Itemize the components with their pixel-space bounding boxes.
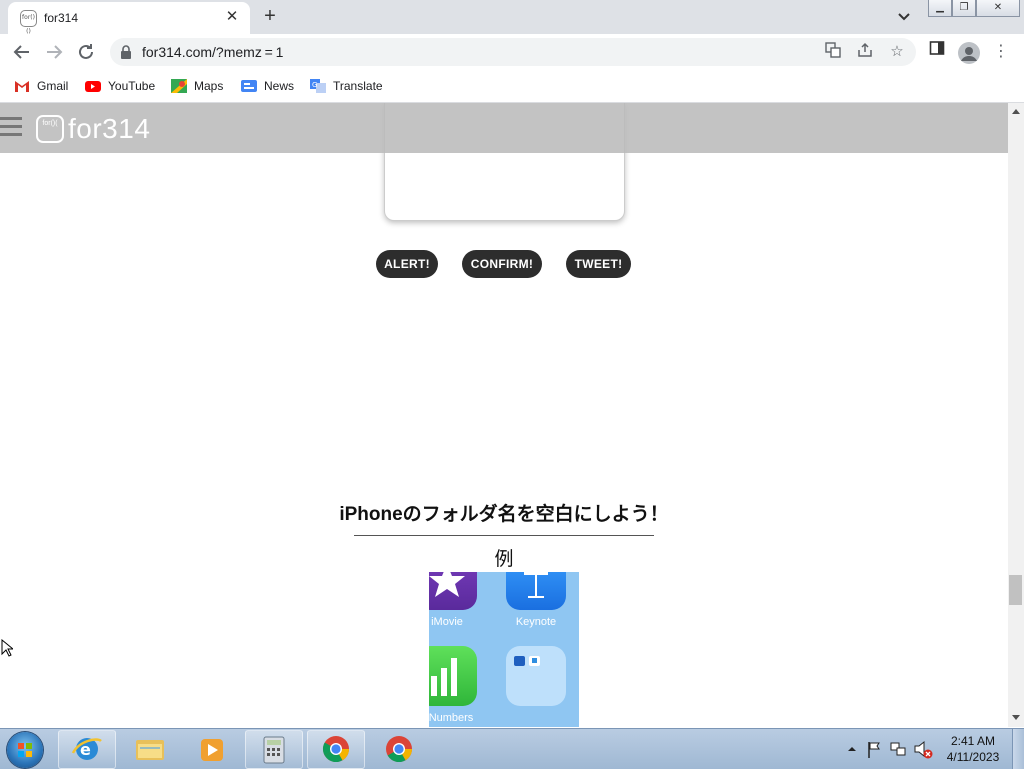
numbers-label: Numbers — [429, 712, 474, 724]
action-center-flag-icon[interactable] — [864, 729, 884, 769]
tab-close-icon[interactable]: ✕ — [224, 9, 240, 25]
confirm-button[interactable]: CONFIRM! — [462, 250, 542, 278]
url-text: for314.com/?memz = 1 — [142, 44, 284, 60]
bookmark-gmail[interactable]: Gmail — [14, 77, 68, 95]
bookmark-translate[interactable]: G Translate — [310, 77, 383, 95]
bookmark-star-icon[interactable]: ☆ — [887, 42, 907, 62]
news-icon — [241, 79, 257, 93]
clock-time: 2:41 AM — [950, 734, 996, 748]
numbers-app-icon — [429, 646, 477, 706]
bookmarks-bar: Gmail YouTube Maps News G Translate — [0, 70, 1024, 103]
clock-date: 4/11/2023 — [946, 750, 1000, 764]
taskbar-chrome[interactable] — [370, 730, 428, 769]
new-tab-button[interactable]: + — [260, 6, 280, 26]
iphone-screenshot-image: iMovie Keynote Numbers — [429, 572, 579, 727]
article-heading: iPhoneのフォルダ名を空白にしよう！ — [339, 504, 669, 525]
back-icon[interactable] — [10, 40, 34, 64]
share-icon[interactable] — [855, 42, 875, 62]
translate-page-icon[interactable] — [823, 42, 843, 62]
gmail-icon — [14, 79, 30, 93]
vertical-scrollbar[interactable] — [1008, 103, 1024, 727]
imovie-app-icon — [429, 572, 477, 610]
tweet-button[interactable]: TWEET! — [566, 250, 631, 278]
side-panel-icon[interactable] — [925, 40, 949, 64]
restore-button[interactable]: ❐ — [952, 0, 976, 17]
alert-button[interactable]: ALERT! — [376, 250, 438, 278]
show-desktop-button[interactable] — [1012, 729, 1024, 769]
menu-kebab-icon[interactable]: ⋮ — [989, 40, 1013, 64]
divider — [354, 535, 654, 536]
taskbar-internet-explorer[interactable]: e — [58, 730, 116, 769]
tab-favicon: for()() — [20, 10, 37, 35]
show-hidden-icons-icon[interactable] — [842, 729, 862, 769]
minimize-button[interactable]: ▁ — [928, 0, 952, 17]
tab-search-chevron-icon[interactable] — [896, 8, 912, 24]
browser-tab[interactable]: for()() for314 ✕ — [8, 2, 250, 35]
volume-muted-icon[interactable] — [912, 729, 934, 769]
bookmark-youtube[interactable]: YouTube — [85, 77, 155, 95]
reload-icon[interactable] — [74, 40, 98, 64]
bookmark-news[interactable]: News — [241, 77, 294, 95]
svg-text:G: G — [312, 81, 317, 89]
example-label: 例 — [494, 549, 514, 570]
site-name[interactable]: for314 — [68, 113, 150, 145]
hamburger-menu-icon[interactable] — [0, 117, 22, 139]
folder-icon — [506, 646, 566, 706]
maps-icon — [171, 78, 187, 93]
profile-avatar[interactable] — [958, 42, 980, 64]
address-bar[interactable]: for314.com/?memz = 1 ☆ — [110, 38, 916, 66]
taskbar-chrome-active[interactable] — [307, 730, 365, 769]
scroll-up-arrow-icon[interactable] — [1012, 109, 1020, 114]
site-header: for()( for314 — [0, 103, 1008, 153]
taskbar-calculator[interactable] — [245, 730, 303, 769]
window-controls: ▁ ❐ ✕ — [928, 0, 1020, 18]
taskbar: e 2:41 AM 4/11/2023 — [0, 728, 1024, 769]
scrollbar-thumb[interactable] — [1009, 575, 1022, 605]
taskbar-media-player[interactable] — [183, 730, 241, 769]
youtube-icon — [85, 79, 101, 93]
keynote-label: Keynote — [515, 616, 557, 628]
tab-title: for314 — [44, 11, 79, 25]
imovie-label: iMovie — [431, 616, 463, 628]
site-logo[interactable]: for()( — [36, 115, 64, 143]
browser-toolbar: for314.com/?memz = 1 ☆ ⋮ — [0, 34, 1024, 70]
forward-icon[interactable] — [42, 40, 66, 64]
lock-icon[interactable] — [120, 45, 132, 59]
translate-icon: G — [310, 78, 326, 93]
bookmark-maps[interactable]: Maps — [171, 77, 223, 95]
scroll-down-arrow-icon[interactable] — [1012, 715, 1020, 720]
keynote-app-icon — [506, 572, 566, 610]
start-button[interactable] — [7, 732, 43, 768]
network-icon[interactable] — [888, 729, 908, 769]
taskbar-file-explorer[interactable] — [121, 730, 179, 769]
close-window-button[interactable]: ✕ — [976, 0, 1020, 17]
system-clock[interactable]: 2:41 AM 4/11/2023 — [936, 733, 1010, 765]
mouse-cursor-icon — [1, 638, 15, 657]
tab-strip: for()() for314 ✕ + ▁ ❐ ✕ — [0, 0, 1024, 35]
page-viewport: for()( for314 ALERT! CONFIRM! TWEET! iPh… — [0, 103, 1008, 727]
